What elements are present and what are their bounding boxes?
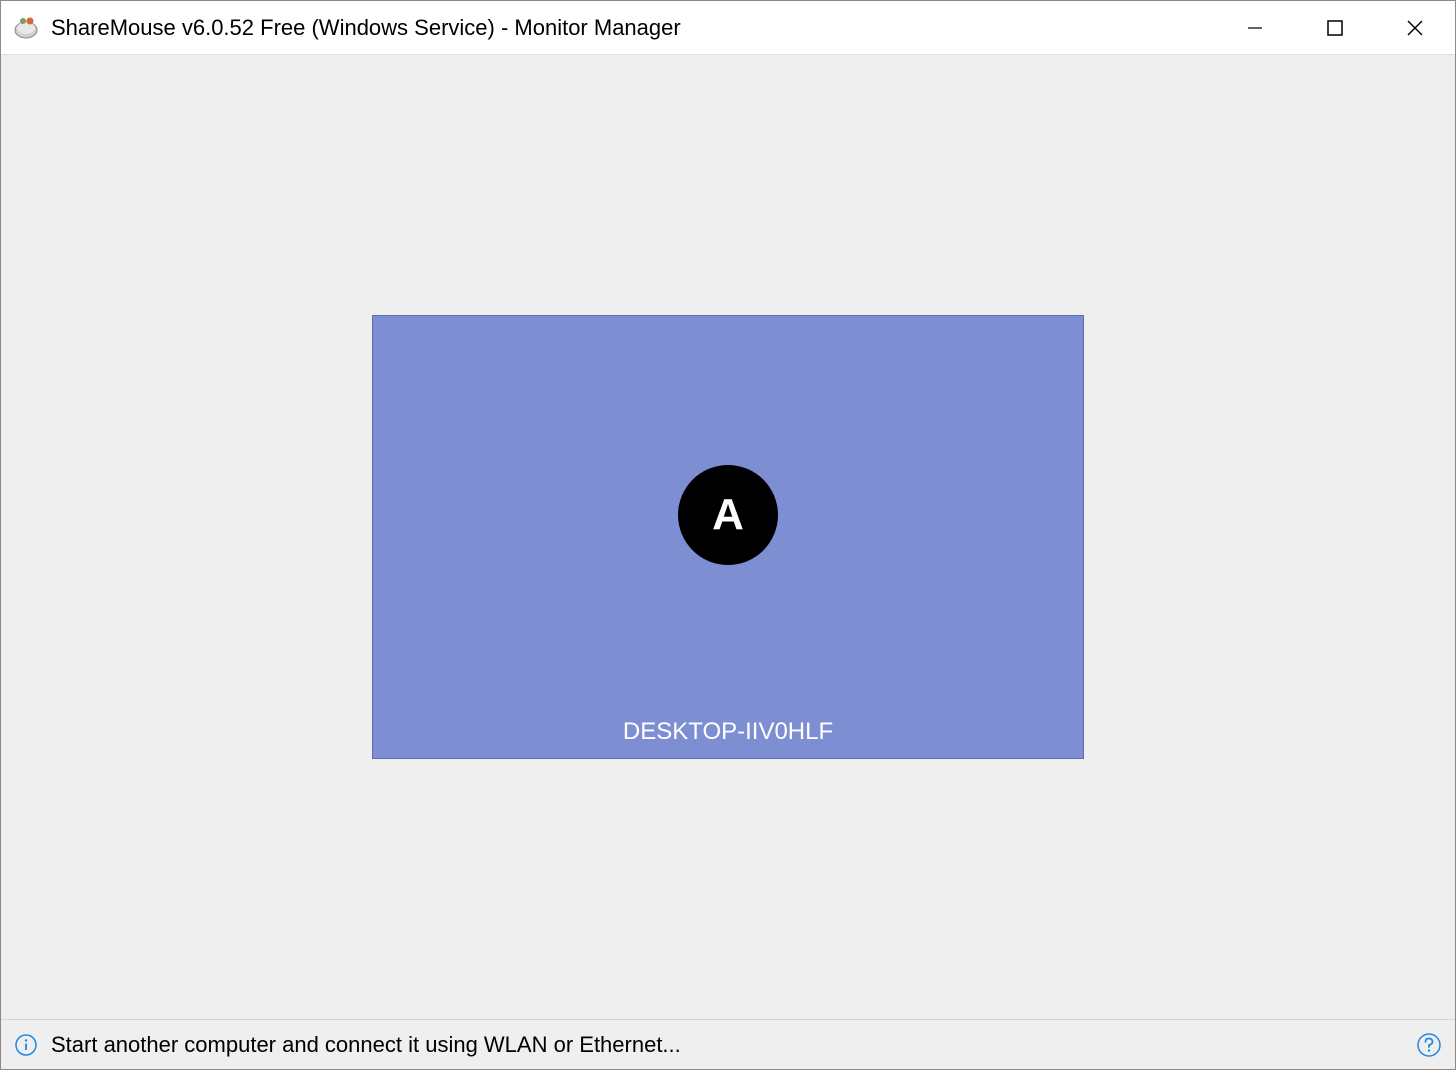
maximize-icon [1326, 19, 1344, 37]
close-button[interactable] [1375, 1, 1455, 54]
titlebar: ShareMouse v6.0.52 Free (Windows Service… [1, 1, 1455, 55]
minimize-button[interactable] [1215, 1, 1295, 54]
close-icon [1405, 18, 1425, 38]
monitor-label: A [712, 490, 744, 540]
app-window: ShareMouse v6.0.52 Free (Windows Service… [0, 0, 1456, 1070]
monitor-a[interactable]: A DESKTOP-IIV0HLF [372, 315, 1084, 759]
monitor-layout-area[interactable]: A DESKTOP-IIV0HLF [1, 55, 1455, 1019]
minimize-icon [1246, 19, 1264, 37]
window-title: ShareMouse v6.0.52 Free (Windows Service… [51, 15, 1215, 41]
help-icon[interactable] [1417, 1033, 1441, 1057]
app-icon [13, 15, 39, 41]
info-icon [15, 1034, 37, 1056]
monitor-computer-name: DESKTOP-IIV0HLF [373, 718, 1083, 746]
status-text: Start another computer and connect it us… [51, 1032, 1417, 1058]
statusbar: Start another computer and connect it us… [1, 1019, 1455, 1069]
maximize-button[interactable] [1295, 1, 1375, 54]
window-controls [1215, 1, 1455, 54]
monitor-badge: A [678, 465, 778, 565]
